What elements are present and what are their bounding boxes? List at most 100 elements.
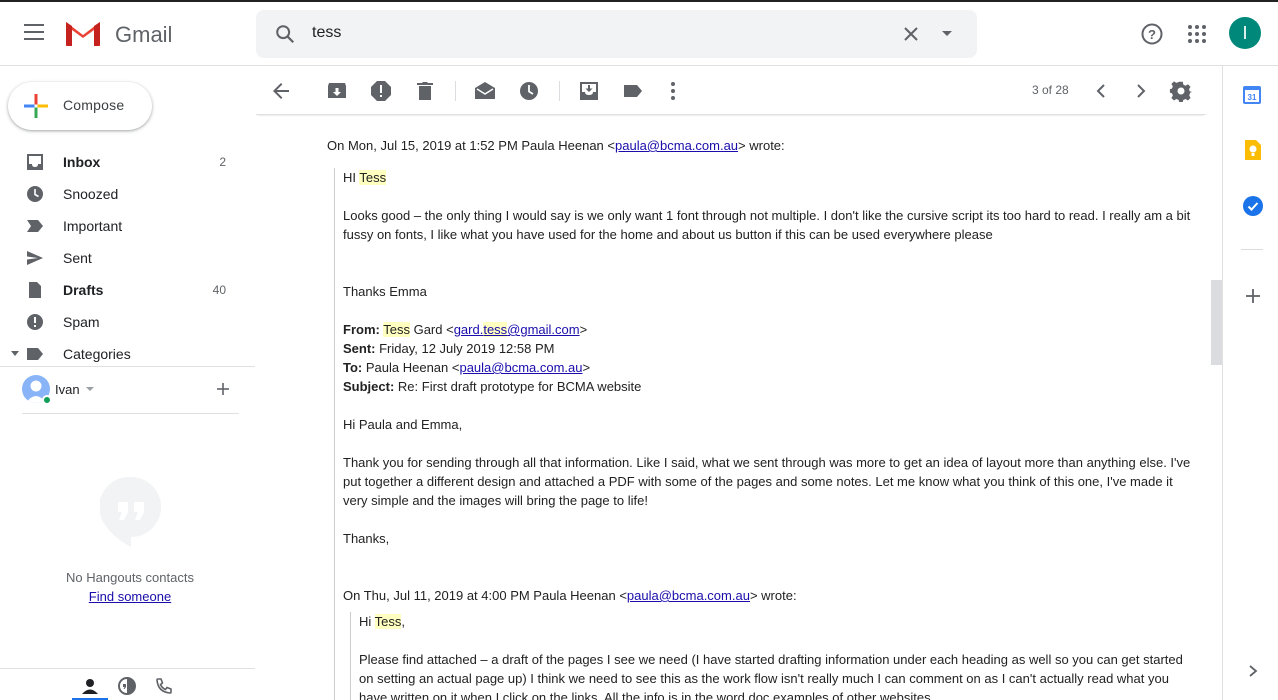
- from-name: Gard <: [409, 322, 454, 337]
- search-bar[interactable]: tess: [256, 10, 977, 58]
- svg-text:31: 31: [1248, 93, 1257, 102]
- hangouts-divider-2: [22, 413, 239, 414]
- account-avatar[interactable]: I: [1229, 17, 1261, 49]
- sidebar-item-label: Important: [63, 218, 123, 234]
- chevron-down-icon[interactable]: [86, 387, 94, 391]
- email-link[interactable]: paula@bcma.com.au: [459, 360, 582, 375]
- move-to-icon[interactable]: [577, 79, 601, 103]
- find-someone-link[interactable]: Find someone: [0, 589, 260, 604]
- side-panel-divider: [1241, 249, 1263, 250]
- email-part: @gmail.com: [507, 322, 580, 337]
- report-spam-icon[interactable]: [369, 79, 393, 103]
- greeting-3: Hi Tess,: [359, 612, 405, 631]
- help-icon[interactable]: ?: [1140, 22, 1164, 46]
- apps-grid-icon[interactable]: [1187, 24, 1207, 44]
- paragraph-1: Looks good – the only thing I would say …: [343, 208, 1191, 242]
- hangouts-icon: [118, 677, 136, 695]
- search-highlight: Tess: [374, 614, 402, 629]
- add-icon[interactable]: [1245, 288, 1261, 304]
- hangouts-quote-icon: [100, 476, 161, 547]
- important-icon: [27, 220, 43, 232]
- tasks-icon[interactable]: [1243, 196, 1263, 216]
- archive-icon[interactable]: [325, 79, 349, 103]
- search-icon[interactable]: [274, 23, 296, 45]
- tab-conversations[interactable]: [109, 669, 145, 700]
- main-menu-icon[interactable]: [24, 24, 44, 44]
- back-arrow-icon[interactable]: [269, 79, 293, 103]
- gmail-wordmark[interactable]: Gmail: [115, 22, 172, 48]
- snooze-clock-icon[interactable]: [517, 79, 541, 103]
- sidebar-item-inbox[interactable]: Inbox 2: [0, 146, 250, 178]
- keep-icon[interactable]: [1243, 140, 1261, 160]
- email-link[interactable]: paula@bcma.com.au: [615, 138, 738, 153]
- mark-unread-icon[interactable]: [473, 79, 497, 103]
- search-options-icon[interactable]: [940, 28, 954, 38]
- sent-line: Sent: Friday, 12 July 2019 12:58 PM: [343, 339, 554, 358]
- email-link[interactable]: gard.tess@gmail.com: [454, 322, 580, 337]
- compose-plus-icon: [24, 94, 48, 118]
- to-name: Paula Heenan <: [362, 360, 460, 375]
- sidebar-item-important[interactable]: Important: [0, 210, 250, 242]
- sidebar-item-label: Sent: [63, 250, 92, 266]
- sidebar-item-drafts[interactable]: Drafts 40: [0, 274, 250, 306]
- sidebar-item-label: Inbox: [63, 154, 101, 170]
- subject-label: Subject:: [343, 379, 395, 394]
- message-body: On Mon, Jul 15, 2019 at 1:52 PM Paula He…: [256, 116, 1206, 700]
- compose-button[interactable]: Compose: [8, 82, 152, 130]
- clock-icon: [27, 186, 43, 202]
- sidebar-nav: Inbox 2 Snoozed Important Sent Drafts 40…: [0, 146, 250, 370]
- toolbar-divider: [455, 81, 456, 101]
- to-line: To: Paula Heenan <paula@bcma.com.au>: [343, 358, 590, 377]
- gear-icon[interactable]: [1169, 79, 1193, 103]
- quote-header-2: On Thu, Jul 11, 2019 at 4:00 PM Paula He…: [343, 586, 797, 605]
- sidebar-item-sent[interactable]: Sent: [0, 242, 250, 274]
- close-icon[interactable]: [901, 24, 921, 44]
- sidebar-item-snoozed[interactable]: Snoozed: [0, 178, 250, 210]
- hangouts-user[interactable]: Ivan: [22, 375, 252, 405]
- scrollbar-thumb[interactable]: [1211, 280, 1222, 365]
- label-icon[interactable]: [621, 79, 645, 103]
- compose-label: Compose: [63, 97, 125, 113]
- chevron-right-icon[interactable]: [1129, 79, 1153, 103]
- add-icon[interactable]: [215, 381, 231, 397]
- phone-icon: [156, 678, 172, 694]
- no-contacts-text: No Hangouts contacts: [66, 570, 194, 585]
- signature-1: Thanks Emma: [343, 284, 427, 299]
- hangouts-tabs: [0, 668, 255, 700]
- sidebar-item-label: Categories: [63, 346, 131, 362]
- hangouts-user-name[interactable]: Ivan: [55, 382, 80, 397]
- greeting-text: HI: [343, 170, 360, 185]
- subject-value: Re: First draft prototype for BCMA websi…: [394, 379, 642, 394]
- chevron-left-icon[interactable]: [1089, 79, 1113, 103]
- sidebar-item-spam[interactable]: Spam: [0, 306, 250, 338]
- from-label: From:: [343, 322, 380, 337]
- to-label: To:: [343, 360, 363, 375]
- email-link[interactable]: paula@bcma.com.au: [627, 588, 750, 603]
- quote-header-text: On Mon, Jul 15, 2019 at 1:52 PM Paula He…: [327, 138, 615, 153]
- send-icon: [27, 251, 43, 265]
- app-header: Gmail tess ? I: [0, 2, 1278, 66]
- label-icon: [27, 348, 43, 360]
- paragraph-2: Thank you for sending through all that i…: [343, 455, 1191, 508]
- quote-header-text: On Thu, Jul 11, 2019 at 4:00 PM Paula He…: [343, 588, 627, 603]
- quote-bar-nested: [350, 612, 351, 700]
- search-highlight: Tess: [359, 170, 387, 185]
- delete-icon[interactable]: [413, 79, 437, 103]
- greeting-text: Hi: [359, 614, 375, 629]
- signature-2: Thanks,: [343, 531, 390, 546]
- tab-contacts[interactable]: [72, 669, 108, 700]
- more-options-icon[interactable]: [661, 79, 685, 103]
- sent-value: Friday, 12 July 2019 12:58 PM: [375, 341, 555, 356]
- greeting-text: ,: [401, 614, 406, 629]
- chevron-right-icon[interactable]: [1247, 664, 1259, 678]
- paragraph-3: Please find attached – a draft of the pa…: [359, 652, 1183, 700]
- gmail-logo-icon[interactable]: [64, 18, 102, 48]
- tab-phone[interactable]: [146, 669, 182, 700]
- quote-header-text: > wrote:: [738, 138, 785, 153]
- calendar-icon[interactable]: 31: [1243, 84, 1261, 104]
- search-input[interactable]: tess: [312, 24, 341, 42]
- side-panel: 31: [1222, 66, 1278, 700]
- expand-caret-icon[interactable]: [11, 351, 19, 356]
- search-highlight: Tess: [383, 322, 410, 337]
- search-highlight: tess: [483, 322, 508, 337]
